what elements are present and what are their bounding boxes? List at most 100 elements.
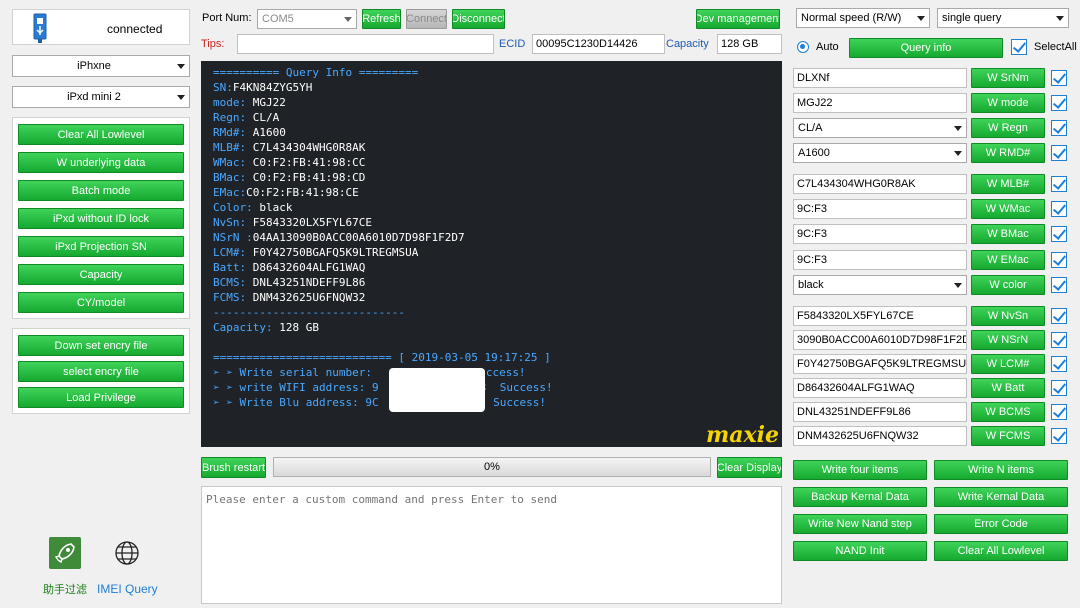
write-button-11[interactable]: W NSrN [971, 330, 1045, 350]
write-field-3[interactable]: CL/A [793, 118, 967, 138]
write-field-13[interactable]: D86432604ALFG1WAQ [793, 378, 967, 398]
write-button-7[interactable]: W BMac [971, 224, 1045, 244]
query-mode-value: single query [942, 12, 1002, 24]
console-capacity-key: Capacity: [213, 321, 273, 334]
imei-query-button[interactable]: IMEI Query [96, 536, 160, 596]
radio-selected-icon[interactable] [797, 41, 809, 53]
action-button-write-four-items[interactable]: Write four items [793, 460, 927, 480]
select-all-checkbox[interactable] [1011, 39, 1027, 55]
write-button-5[interactable]: W MLB# [971, 174, 1045, 194]
write-button-15[interactable]: W FCMS [971, 426, 1045, 446]
write-button-9[interactable]: W color [971, 275, 1045, 295]
console-write-arrow: ➢ ➢ [213, 381, 240, 394]
write-checkbox-6[interactable] [1051, 201, 1067, 217]
load-privilege-button[interactable]: Load Privilege [18, 387, 184, 408]
device-model-select[interactable]: iPxd mini 2 [12, 86, 190, 108]
query-info-button[interactable]: Query info [849, 38, 1003, 58]
action-button-nand-init[interactable]: NAND Init [793, 541, 927, 561]
console-write-text: Write serial number: [239, 366, 379, 379]
down-set-encry-file-button[interactable]: Down set encry file [18, 335, 184, 356]
batch-mode-button[interactable]: Batch mode [18, 180, 184, 201]
console-row-value: C7L434304WHG0R8AK [246, 141, 366, 154]
port-num-select[interactable]: COM5 [257, 9, 357, 29]
write-button-8[interactable]: W EMac [971, 250, 1045, 270]
write-underlying-data-button[interactable]: W underlying data [18, 152, 184, 173]
clear-all-lowlevel-button[interactable]: Clear All Lowlevel [18, 124, 184, 145]
write-checkbox-13[interactable] [1051, 380, 1067, 396]
dev-management-button[interactable]: Dev management [696, 9, 780, 29]
write-checkbox-10[interactable] [1051, 308, 1067, 324]
console-row-value: D86432604ALFG1WAQ [246, 261, 366, 274]
write-field-12[interactable]: F0Y42750BGAFQ5K9LTREGMSUA [793, 354, 967, 374]
console-write-arrow: ➢ ➢ [213, 396, 240, 409]
ecid-field[interactable]: 00095C1230D14426 [532, 34, 665, 54]
write-field-5[interactable]: C7L434304WHG0R8AK [793, 174, 967, 194]
write-field-14[interactable]: DNL43251NDEFF9L86 [793, 402, 967, 422]
write-checkbox-11[interactable] [1051, 332, 1067, 348]
capacity-button[interactable]: Capacity [18, 264, 184, 285]
action-button-write-kernal-data[interactable]: Write Kernal Data [934, 487, 1068, 507]
write-checkbox-12[interactable] [1051, 356, 1067, 372]
write-button-14[interactable]: W BCMS [971, 402, 1045, 422]
assist-filter-button[interactable]: 助手过滤 [40, 536, 92, 596]
write-field-10[interactable]: F5843320LX5FYL67CE [793, 306, 967, 326]
write-button-1[interactable]: W SrNm [971, 68, 1045, 88]
write-checkbox-9[interactable] [1051, 277, 1067, 293]
speed-select[interactable]: Normal speed (R/W) [796, 8, 930, 28]
refresh-button[interactable]: Refresh [362, 9, 401, 29]
write-checkbox-1[interactable] [1051, 70, 1067, 86]
console-row-value: 04AA13090B0ACC00A6010D7D98F1F2D7 [252, 231, 465, 244]
tips-field [237, 34, 494, 54]
write-field-9[interactable]: black [793, 275, 967, 295]
write-button-6[interactable]: W WMac [971, 199, 1045, 219]
action-button-backup-kernal-data[interactable]: Backup Kernal Data [793, 487, 927, 507]
device-type-select[interactable]: iPhxne [12, 55, 190, 77]
select-encry-file-button[interactable]: select encry file [18, 361, 184, 382]
console-write-line: ➢ ➢ write WIFI address: 9:E3 Success! [213, 380, 782, 395]
write-checkbox-5[interactable] [1051, 176, 1067, 192]
dropdown-arrow-icon [177, 95, 185, 100]
write-checkbox-14[interactable] [1051, 404, 1067, 420]
write-field-value: DNM432625U6FNQW32 [797, 430, 919, 442]
disconnect-button[interactable]: Disconnect [452, 9, 505, 29]
write-checkbox-15[interactable] [1051, 428, 1067, 444]
console-row: Regn: CL/A [213, 110, 782, 125]
cy-model-button[interactable]: CY/model [18, 292, 184, 313]
write-checkbox-8[interactable] [1051, 252, 1067, 268]
action-button-clear-all-lowlevel[interactable]: Clear All Lowlevel [934, 541, 1068, 561]
custom-command-input[interactable] [201, 486, 782, 604]
write-field-1[interactable]: DLXNf [793, 68, 967, 88]
write-field-2[interactable]: MGJ22 [793, 93, 967, 113]
port-num-label: Port Num: [202, 12, 252, 24]
action-button-write-n-items[interactable]: Write N items [934, 460, 1068, 480]
connect-button[interactable]: Connect [406, 9, 447, 29]
brush-restart-button[interactable]: Brush restart [201, 457, 266, 478]
console-rows: SN:F4KN84ZYG5YH mode: MGJ22 Regn: CL/A RMd#… [213, 80, 782, 305]
speed-value: Normal speed (R/W) [801, 12, 902, 24]
write-button-12[interactable]: W LCM# [971, 354, 1045, 374]
write-button-4[interactable]: W RMD# [971, 143, 1045, 163]
console-row-key: LCM#: [213, 246, 247, 259]
write-checkbox-4[interactable] [1051, 145, 1067, 161]
device-model-value: iPxd mini 2 [67, 91, 121, 103]
console-row-key: RMd#: [213, 126, 247, 139]
ipxd-projection-sn-button[interactable]: iPxd Projection SN [18, 236, 184, 257]
action-button-write-new-nand-step[interactable]: Write New Nand step [793, 514, 927, 534]
write-checkbox-3[interactable] [1051, 120, 1067, 136]
write-field-11[interactable]: 3090B0ACC00A6010D7D98F1F2D7 [793, 330, 967, 350]
write-field-15[interactable]: DNM432625U6FNQW32 [793, 426, 967, 446]
write-button-3[interactable]: W Regn [971, 118, 1045, 138]
write-checkbox-2[interactable] [1051, 95, 1067, 111]
clear-display-button[interactable]: Clear Display [717, 457, 782, 478]
write-button-13[interactable]: W Batt [971, 378, 1045, 398]
write-checkbox-7[interactable] [1051, 226, 1067, 242]
action-button-error-code[interactable]: Error Code [934, 514, 1068, 534]
write-button-10[interactable]: W NvSn [971, 306, 1045, 326]
redaction-block [389, 368, 485, 412]
query-mode-select[interactable]: single query [937, 8, 1069, 28]
write-field-4[interactable]: A1600 [793, 143, 967, 163]
capacity-field[interactable]: 128 GB [717, 34, 782, 54]
ipxd-without-id-lock-button[interactable]: iPxd without ID lock [18, 208, 184, 229]
write-button-2[interactable]: W mode [971, 93, 1045, 113]
console-row: BCMS: DNL43251NDEFF9L86 [213, 275, 782, 290]
